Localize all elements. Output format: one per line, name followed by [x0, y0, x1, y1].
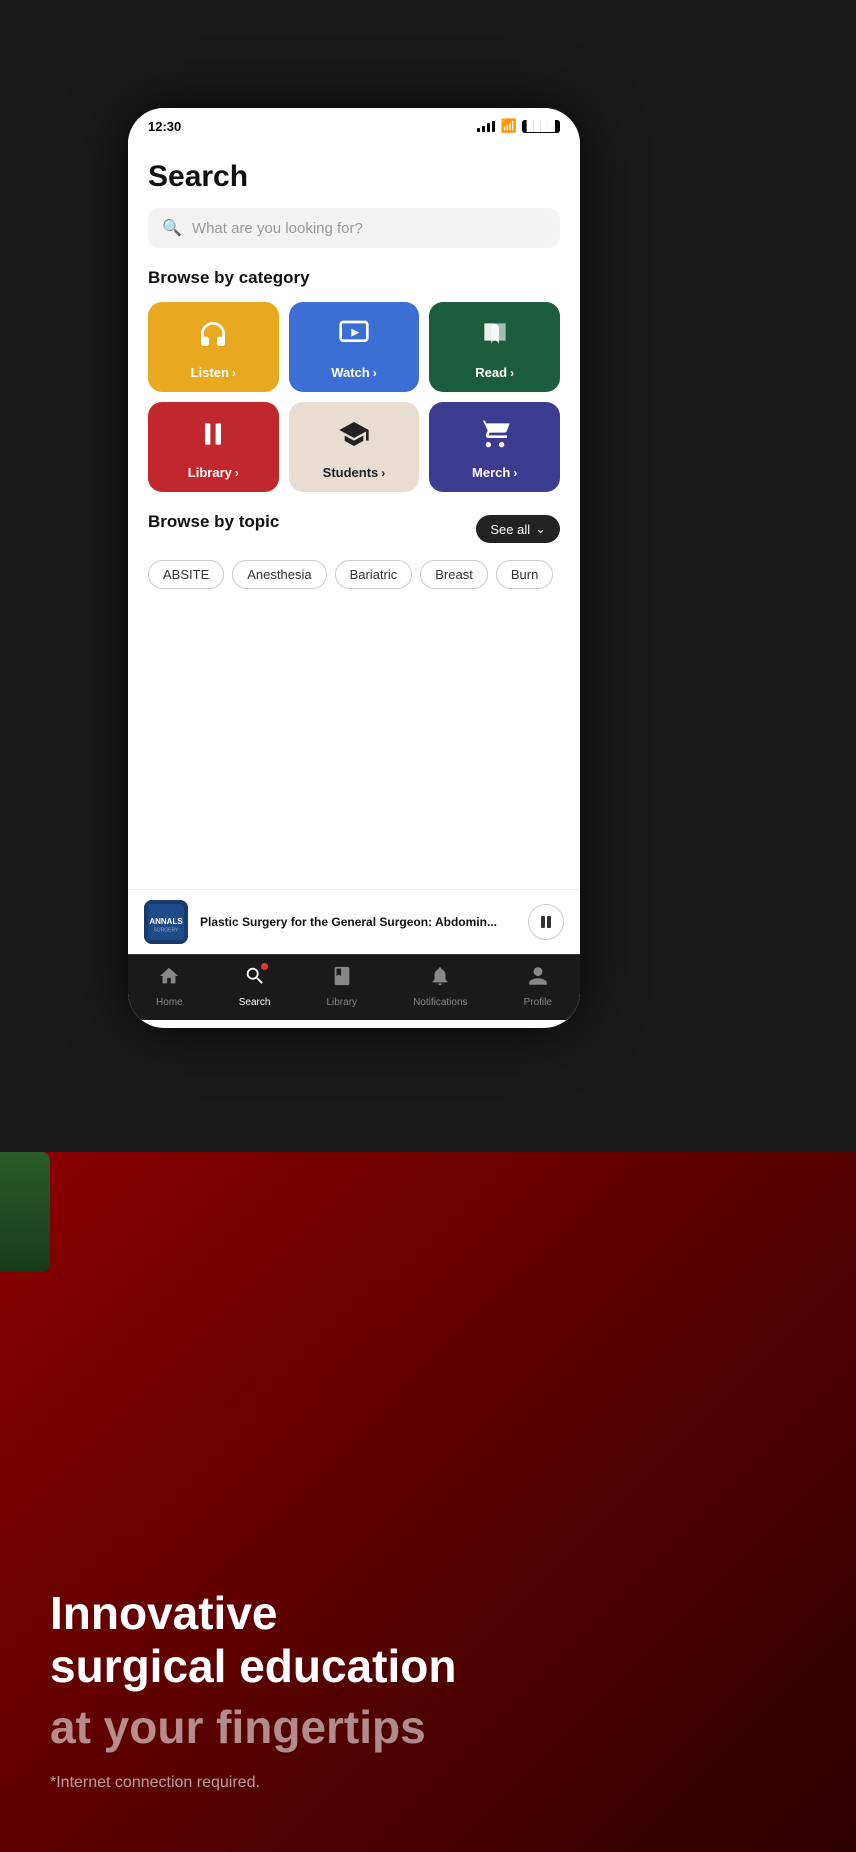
status-time: 12:30 — [148, 119, 181, 134]
nav-search[interactable]: Search — [239, 965, 271, 1008]
watch-label: Watch › — [331, 365, 377, 380]
browse-topic-header: Browse by topic — [148, 512, 279, 532]
app-content: Search 🔍 What are you looking for? Brows… — [128, 140, 580, 1020]
mini-player-thumbnail: ANNALS SURGERY — [144, 900, 188, 944]
search-bar-icon: 🔍 — [162, 218, 182, 238]
category-card-listen[interactable]: Listen › — [148, 302, 279, 392]
topic-breast[interactable]: Breast — [420, 560, 488, 589]
headphones-icon — [197, 318, 229, 357]
search-nav-icon — [244, 965, 266, 993]
nav-search-label: Search — [239, 997, 271, 1008]
merch-label: Merch › — [472, 465, 517, 480]
marketing-subtitle: at your fingertips — [50, 1701, 806, 1754]
nav-home[interactable]: Home — [156, 965, 183, 1008]
marketing-footnote: *Internet connection required. — [50, 1774, 806, 1792]
search-input-placeholder[interactable]: What are you looking for? — [192, 220, 363, 237]
scroll-area: Search 🔍 What are you looking for? Brows… — [128, 140, 580, 889]
topic-bariatric[interactable]: Bariatric — [335, 560, 413, 589]
status-icons: 📶 ████ — [477, 118, 560, 134]
bell-icon — [429, 965, 451, 993]
search-notification-dot — [261, 963, 268, 970]
graduation-icon — [338, 418, 370, 457]
signal-icon — [477, 121, 495, 132]
chevron-down-icon: ⌄ — [535, 521, 546, 537]
marketing-thumbnail — [0, 1152, 50, 1272]
read-label: Read › — [475, 365, 514, 380]
mini-player[interactable]: ANNALS SURGERY Plastic Surgery for the G… — [128, 889, 580, 954]
library-nav-icon — [331, 965, 353, 993]
topic-burn[interactable]: Burn — [496, 560, 553, 589]
browse-topic-header-row: Browse by topic See all ⌄ — [148, 512, 560, 546]
nav-notifications[interactable]: Notifications — [413, 965, 467, 1008]
bottom-nav: Home Search Library — [128, 954, 580, 1020]
topic-anesthesia[interactable]: Anesthesia — [232, 560, 326, 589]
category-card-students[interactable]: Students › — [289, 402, 420, 492]
book-icon — [479, 318, 511, 357]
see-all-label: See all — [490, 522, 530, 537]
listen-label: Listen › — [191, 365, 236, 380]
category-card-merch[interactable]: Merch › — [429, 402, 560, 492]
topic-pills: ABSITE Anesthesia Bariatric Breast Burn — [148, 560, 560, 589]
wifi-icon: 📶 — [500, 118, 516, 134]
category-card-watch[interactable]: Watch › — [289, 302, 420, 392]
home-icon — [158, 965, 180, 993]
mini-player-title: Plastic Surgery for the General Surgeon:… — [200, 915, 516, 929]
pause-button[interactable] — [528, 904, 564, 940]
nav-library-label: Library — [326, 997, 357, 1008]
page-title: Search — [148, 140, 560, 208]
cart-icon — [479, 418, 511, 457]
battery-icon: ████ — [522, 120, 560, 133]
status-bar: 12:30 📶 ████ — [128, 108, 580, 140]
phone-frame: 12:30 📶 ████ Search 🔍 What are you looki… — [128, 108, 580, 1028]
svg-text:SURGERY: SURGERY — [154, 927, 179, 933]
nav-notifications-label: Notifications — [413, 997, 467, 1008]
nav-profile[interactable]: Profile — [524, 965, 552, 1008]
library-icon — [197, 418, 229, 457]
category-card-library[interactable]: Library › — [148, 402, 279, 492]
topic-absite[interactable]: ABSITE — [148, 560, 224, 589]
category-card-read[interactable]: Read › — [429, 302, 560, 392]
see-all-button[interactable]: See all ⌄ — [476, 515, 560, 543]
profile-icon — [527, 965, 549, 993]
nav-home-label: Home — [156, 997, 183, 1008]
browse-category-header: Browse by category — [148, 268, 560, 288]
svg-text:ANNALS: ANNALS — [149, 917, 183, 926]
category-grid: Listen › Watch › — [148, 302, 560, 492]
search-bar[interactable]: 🔍 What are you looking for? — [148, 208, 560, 248]
play-icon — [338, 318, 370, 357]
marketing-headline: Innovativesurgical education — [50, 1587, 806, 1693]
students-label: Students › — [323, 465, 386, 480]
nav-library[interactable]: Library — [326, 965, 357, 1008]
marketing-section: Innovativesurgical education at your fin… — [0, 1152, 856, 1852]
library-label: Library › — [188, 465, 239, 480]
mini-player-info: Plastic Surgery for the General Surgeon:… — [200, 915, 516, 929]
nav-profile-label: Profile — [524, 997, 552, 1008]
